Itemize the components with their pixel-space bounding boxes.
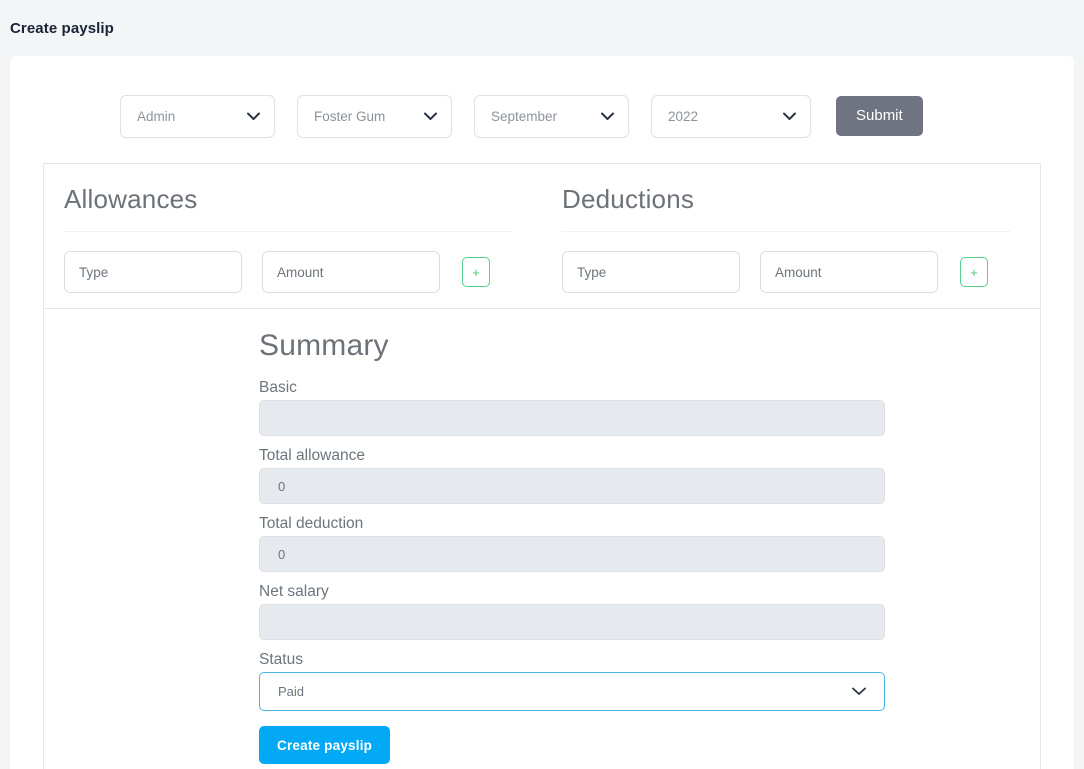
role-select-value: Admin [121,109,240,124]
create-payslip-card: Admin Foster Gum September 2022 Submit [10,56,1074,769]
status-select[interactable]: Paid [259,672,885,711]
page-title: Create payslip [10,20,114,37]
status-label: Status [259,651,1040,669]
page-header: Create payslip [0,0,1084,56]
chevron-down-icon [594,112,620,121]
deductions-row: + [562,251,1018,293]
deduction-type-input[interactable] [562,251,740,293]
basic-label: Basic [259,379,1040,397]
basic-input[interactable] [259,400,885,436]
summary-inner: Summary Basic Total allowance Total dedu… [44,329,1040,764]
year-select-value: 2022 [652,109,776,124]
allowances-row: + [64,251,520,293]
month-select[interactable]: September [474,95,629,138]
status-select-value: Paid [260,684,846,699]
add-allowance-button[interactable]: + [462,257,490,287]
filter-row: Admin Foster Gum September 2022 Submit [10,56,1074,138]
summary-title: Summary [259,329,1040,363]
chevron-down-icon [240,112,266,121]
chevron-down-icon [417,112,443,121]
submit-button[interactable]: Submit [836,96,923,136]
year-select[interactable]: 2022 [651,95,811,138]
allowances-deductions-card: Allowances + Deductions + [43,163,1041,309]
role-select[interactable]: Admin [120,95,275,138]
allowances-heading: Allowances [64,184,520,215]
allowance-type-input[interactable] [64,251,242,293]
deduction-amount-input[interactable] [760,251,938,293]
net-salary-input[interactable] [259,604,885,640]
employee-select[interactable]: Foster Gum [297,95,452,138]
deductions-divider [562,231,1010,232]
allowances-section: Allowances + [44,164,542,308]
employee-select-value: Foster Gum [298,109,417,124]
net-salary-label: Net salary [259,583,1040,601]
allowance-amount-input[interactable] [262,251,440,293]
total-deduction-label: Total deduction [259,515,1040,533]
allowances-divider [64,231,512,232]
deductions-section: Deductions + [542,164,1040,308]
month-select-value: September [475,109,594,124]
total-deduction-input[interactable] [259,536,885,572]
chevron-down-icon [846,687,872,696]
chevron-down-icon [776,112,802,121]
total-allowance-label: Total allowance [259,447,1040,465]
add-deduction-button[interactable]: + [960,257,988,287]
deductions-heading: Deductions [562,184,1018,215]
summary-card: Summary Basic Total allowance Total dedu… [43,309,1041,769]
create-payslip-button[interactable]: Create payslip [259,726,390,764]
total-allowance-input[interactable] [259,468,885,504]
